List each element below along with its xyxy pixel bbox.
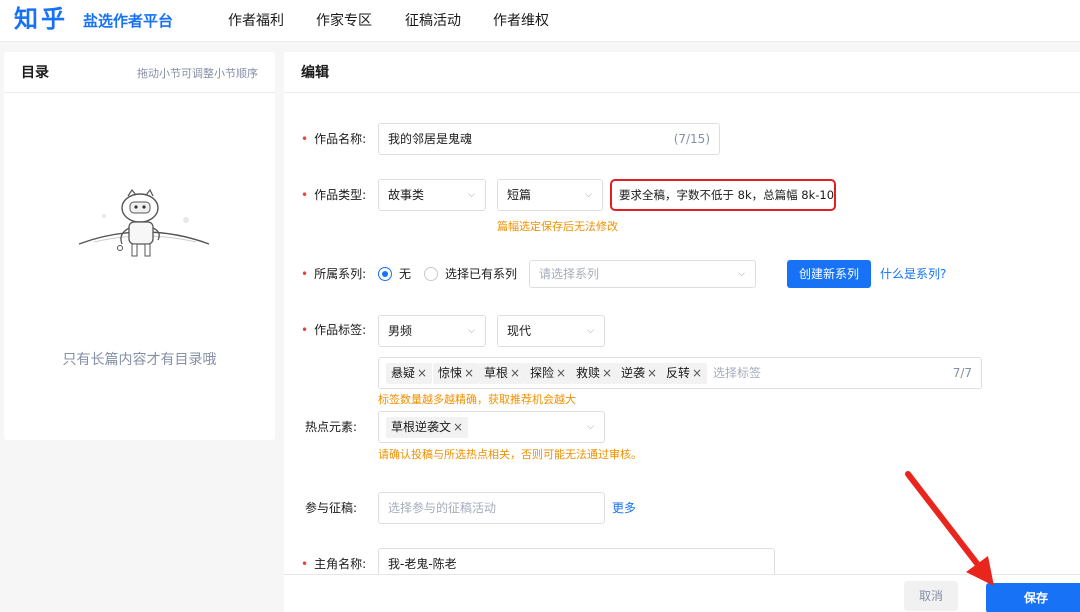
tag-counter: 7/7 <box>952 366 972 380</box>
toc-hint: 拖动小节可调整小节顺序 <box>137 67 258 80</box>
tag-chip[interactable]: 草根逆袭文 × <box>386 417 469 438</box>
series-none-label[interactable]: 无 <box>399 266 411 282</box>
tag-chip[interactable]: 逆袭 × <box>616 363 663 384</box>
contest-label: 参与征稿: <box>305 501 358 515</box>
toc-panel: 目录 拖动小节可调整小节顺序 只有长篇内容才有目录哦 <box>4 52 275 440</box>
contest-placeholder: 选择参与的征稿活动 <box>388 501 497 515</box>
empty-robot-illustration <box>78 188 210 257</box>
work-category-select[interactable]: 故事类 ⌵ <box>378 179 486 211</box>
protagonist-label-text: 主角名称: <box>314 557 367 571</box>
tag-chip-label: 惊悚 <box>438 366 463 380</box>
tag-chip-label: 反转 <box>666 366 691 380</box>
hot-elements-tip: 请确认投稿与所选热点相关，否则可能无法通过审核。 <box>378 448 642 461</box>
toc-empty-message: 只有长篇内容才有目录哦 <box>62 352 217 368</box>
length-lock-tip: 篇幅选定保存后无法修改 <box>497 220 618 233</box>
required-mark: • <box>301 557 309 571</box>
chevron-down-icon: ⌵ <box>587 326 594 336</box>
tag-chip[interactable]: 悬疑 × <box>386 363 433 384</box>
close-icon[interactable]: × <box>556 366 566 380</box>
toc-title: 目录 <box>21 65 49 81</box>
create-series-button[interactable]: 创建新系列 <box>787 260 871 288</box>
tag-chip-label: 悬疑 <box>391 366 416 380</box>
chevron-down-icon: ⌵ <box>585 190 592 200</box>
series-existing-radio[interactable] <box>424 267 438 281</box>
tag-genre-value: 现代 <box>507 324 532 338</box>
tag-chip-label: 草根 <box>484 366 509 380</box>
tag-chip[interactable]: 救赎 × <box>571 363 618 384</box>
nav-submission-events[interactable]: 征稿活动 <box>405 11 461 31</box>
tag-chip[interactable]: 草根 × <box>479 363 526 384</box>
close-icon[interactable]: × <box>602 366 612 380</box>
hot-elements-label: 热点元素: <box>305 420 358 434</box>
length-requirement-text: 要求全稿，字数不低于 8k，总篇幅 8k-10w <box>619 188 836 202</box>
work-name-label: • 作品名称: <box>301 131 366 147</box>
contest-select[interactable]: 选择参与的征稿活动 <box>378 492 605 524</box>
required-mark: • <box>301 267 309 281</box>
tag-chip-label: 草根逆袭文 <box>391 420 452 434</box>
contest-more-link[interactable]: 更多 <box>612 500 636 516</box>
tags-tip: 标签数量越多越精确，获取推荐机会越大 <box>378 393 576 406</box>
work-category-value: 故事类 <box>388 188 425 202</box>
top-header: 知乎 盐选作者平台 作者福利 作家专区 征稿活动 作者维权 <box>0 0 1080 42</box>
nav-author-benefits[interactable]: 作者福利 <box>228 11 284 31</box>
required-mark: • <box>301 132 309 146</box>
tags-label-text: 作品标签: <box>314 323 367 337</box>
nav-author-rights[interactable]: 作者维权 <box>493 11 549 31</box>
edit-title: 编辑 <box>301 65 329 81</box>
length-requirement-highlight: 要求全稿，字数不低于 8k，总篇幅 8k-10w <box>610 179 836 211</box>
series-label-text: 所属系列: <box>314 267 367 281</box>
chevron-down-icon: ⌵ <box>468 326 475 336</box>
tag-chip[interactable]: 探险 × <box>525 363 572 384</box>
hot-elements-select[interactable]: 草根逆袭文 × ⌵ <box>378 411 605 443</box>
work-name-counter: (7/15) <box>673 132 710 146</box>
chevron-down-icon: ⌵ <box>468 190 475 200</box>
close-icon[interactable]: × <box>464 366 474 380</box>
series-existing-label[interactable]: 选择已有系列 <box>445 266 517 282</box>
tag-chip-label: 逆袭 <box>621 366 646 380</box>
work-name-label-text: 作品名称: <box>314 132 367 146</box>
tag-channel-select[interactable]: 男频 ⌵ <box>378 315 486 347</box>
protagonist-label: • 主角名称: <box>301 556 366 572</box>
series-none-radio[interactable] <box>378 267 392 281</box>
close-icon[interactable]: × <box>692 366 702 380</box>
work-name-value: 我的邻居是鬼魂 <box>388 132 473 146</box>
close-icon[interactable]: × <box>417 366 427 380</box>
edit-header: 编辑 <box>284 52 1080 93</box>
series-select[interactable]: 请选择系列 ⌵ <box>529 260 756 288</box>
tag-input-box[interactable]: 悬疑 × 惊悚 × 草根 × 探险 × 救赎 × 逆袭 × 反转 × 选择标签 7/7 <box>378 357 982 389</box>
required-mark: • <box>301 188 309 202</box>
nav-author-zone[interactable]: 作家专区 <box>316 11 372 31</box>
work-type-label-text: 作品类型: <box>314 188 367 202</box>
work-length-value: 短篇 <box>507 188 532 202</box>
tag-chip[interactable]: 反转 × <box>661 363 708 384</box>
what-is-series-link[interactable]: 什么是系列? <box>880 266 946 282</box>
series-label: • 所属系列: <box>301 266 366 282</box>
zhihu-logo[interactable]: 知乎 <box>14 4 68 34</box>
close-icon[interactable]: × <box>453 420 463 434</box>
tag-genre-select[interactable]: 现代 ⌵ <box>497 315 605 347</box>
close-icon[interactable]: × <box>647 366 657 380</box>
protagonist-value: 我-老鬼-陈老 <box>388 557 457 571</box>
tag-placeholder: 选择标签 <box>713 366 762 380</box>
tag-chip[interactable]: 惊悚 × <box>433 363 480 384</box>
toc-header: 目录 拖动小节可调整小节顺序 <box>4 52 275 93</box>
work-name-input[interactable]: 我的邻居是鬼魂 (7/15) <box>378 123 720 155</box>
series-placeholder: 请选择系列 <box>539 267 600 281</box>
tag-chip-label: 探险 <box>530 366 555 380</box>
close-icon[interactable]: × <box>510 366 520 380</box>
work-length-select[interactable]: 短篇 ⌵ <box>497 179 603 211</box>
chevron-down-icon: ⌵ <box>738 269 745 279</box>
work-type-label: • 作品类型: <box>301 187 366 203</box>
tag-chip-label: 救赎 <box>576 366 601 380</box>
platform-title[interactable]: 盐选作者平台 <box>83 11 173 31</box>
tags-label: • 作品标签: <box>301 322 366 338</box>
tag-channel-value: 男频 <box>388 324 413 338</box>
chevron-down-icon: ⌵ <box>587 422 594 432</box>
red-arrow-annotation <box>905 471 994 586</box>
required-mark: • <box>301 323 309 337</box>
